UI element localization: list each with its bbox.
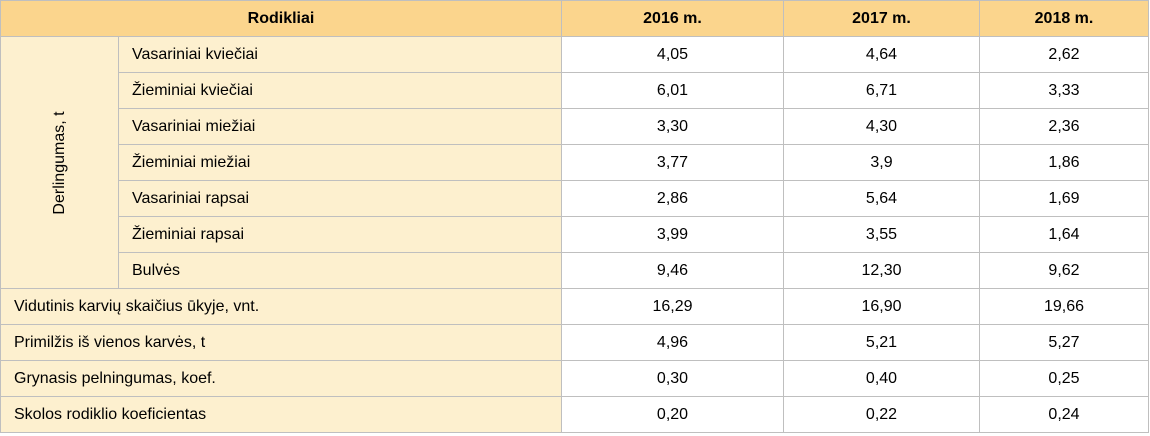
row-label: Vasariniai rapsai xyxy=(118,180,562,217)
row-label: Vasariniai miežiai xyxy=(118,108,562,145)
cell-2016: 6,01 xyxy=(561,72,784,109)
row-label: Grynasis pelningumas, koef. xyxy=(0,360,562,397)
row-label: Žieminiai kviečiai xyxy=(118,72,562,109)
cell-2017: 16,90 xyxy=(783,288,980,325)
row-label: Žieminiai miežiai xyxy=(118,144,562,181)
cell-2017: 0,40 xyxy=(783,360,980,397)
header-year-2018: 2018 m. xyxy=(979,0,1149,37)
cell-2018: 5,27 xyxy=(979,324,1149,361)
cell-2017: 6,71 xyxy=(783,72,980,109)
table-row: Žieminiai kviečiai 6,01 6,71 3,33 xyxy=(1,72,1149,109)
header-year-2016: 2016 m. xyxy=(561,0,784,37)
header-row: Rodikliai 2016 m. 2017 m. 2018 m. xyxy=(0,0,1149,37)
cell-2018: 19,66 xyxy=(979,288,1149,325)
table-row: Vasariniai miežiai 3,30 4,30 2,36 xyxy=(1,108,1149,145)
cell-2018: 9,62 xyxy=(979,252,1149,289)
cell-2016: 4,96 xyxy=(561,324,784,361)
cell-2018: 0,24 xyxy=(979,396,1149,433)
cell-2016: 0,20 xyxy=(561,396,784,433)
cell-2018: 2,36 xyxy=(979,108,1149,145)
cell-2016: 3,77 xyxy=(561,144,784,181)
header-indicators: Rodikliai xyxy=(0,0,562,37)
cell-2017: 4,30 xyxy=(783,108,980,145)
header-year-2017: 2017 m. xyxy=(783,0,980,37)
table-row: Žieminiai miežiai 3,77 3,9 1,86 xyxy=(1,144,1149,181)
row-label: Primilžis iš vienos karvės, t xyxy=(0,324,562,361)
table-row: Primilžis iš vienos karvės, t 4,96 5,21 … xyxy=(0,324,1149,361)
cell-2016: 0,30 xyxy=(561,360,784,397)
cell-2018: 1,64 xyxy=(979,216,1149,253)
cell-2018: 3,33 xyxy=(979,72,1149,109)
cell-2016: 9,46 xyxy=(561,252,784,289)
cell-2017: 4,64 xyxy=(783,36,980,73)
cell-2017: 0,22 xyxy=(783,396,980,433)
row-label: Vidutinis karvių skaičius ūkyje, vnt. xyxy=(0,288,562,325)
cell-2016: 2,86 xyxy=(561,180,784,217)
row-label: Bulvės xyxy=(118,252,562,289)
cell-2018: 1,69 xyxy=(979,180,1149,217)
cell-2018: 1,86 xyxy=(979,144,1149,181)
row-label: Skolos rodiklio koeficientas xyxy=(0,396,562,433)
table-row: Bulvės 9,46 12,30 9,62 xyxy=(1,252,1149,289)
cell-2017: 12,30 xyxy=(783,252,980,289)
row-label: Vasariniai kviečiai xyxy=(118,36,562,73)
table-row: Skolos rodiklio koeficientas 0,20 0,22 0… xyxy=(0,396,1149,433)
cell-2017: 3,9 xyxy=(783,144,980,181)
cell-2018: 2,62 xyxy=(979,36,1149,73)
group-label: Derlingumas, t xyxy=(50,110,68,215)
indicators-table: Rodikliai 2016 m. 2017 m. 2018 m. Derlin… xyxy=(0,0,1149,433)
table-row: Derlingumas, t Vasariniai kviečiai 4,05 … xyxy=(0,36,1149,289)
cell-2016: 16,29 xyxy=(561,288,784,325)
group-label-cell: Derlingumas, t xyxy=(0,36,119,289)
cell-2017: 3,55 xyxy=(783,216,980,253)
row-label: Žieminiai rapsai xyxy=(118,216,562,253)
table-row: Vasariniai rapsai 2,86 5,64 1,69 xyxy=(1,180,1149,217)
cell-2017: 5,21 xyxy=(783,324,980,361)
table-row: Grynasis pelningumas, koef. 0,30 0,40 0,… xyxy=(0,360,1149,397)
cell-2016: 3,99 xyxy=(561,216,784,253)
cell-2018: 0,25 xyxy=(979,360,1149,397)
cell-2016: 4,05 xyxy=(561,36,784,73)
table-row: Vidutinis karvių skaičius ūkyje, vnt. 16… xyxy=(0,288,1149,325)
cell-2016: 3,30 xyxy=(561,108,784,145)
table-row: Žieminiai rapsai 3,99 3,55 1,64 xyxy=(1,216,1149,253)
cell-2017: 5,64 xyxy=(783,180,980,217)
